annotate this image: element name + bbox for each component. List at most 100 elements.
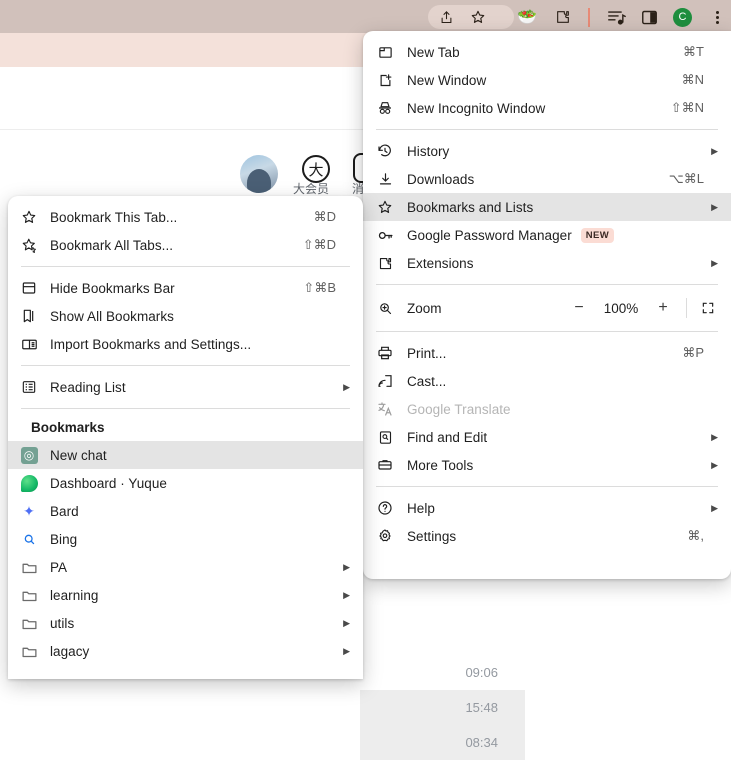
menu-item-label: New Incognito Window: [407, 100, 546, 116]
vip-icon[interactable]: 大: [302, 155, 330, 183]
menu-item-label: New Tab: [407, 44, 460, 60]
list-item[interactable]: 15:48: [360, 690, 525, 725]
menu-item-accel: ⌘T: [683, 44, 704, 59]
bookmark-label: Bing: [50, 531, 78, 547]
menu-item-accel: ⇧⌘D: [302, 237, 336, 252]
menu-item-downloads[interactable]: Downloads ⌥⌘L: [363, 165, 731, 193]
reading-list-icon[interactable]: [604, 6, 628, 28]
menu-item-label: Help: [407, 500, 435, 516]
menu-separator: [376, 284, 718, 285]
menu-item-reading-list[interactable]: Reading List ▶: [8, 373, 363, 401]
chevron-right-icon: ▶: [711, 257, 718, 268]
list-item[interactable]: 08:34: [360, 725, 525, 760]
menu-item-settings[interactable]: Settings ⌘,: [363, 522, 731, 550]
menu-item-history[interactable]: History ▶: [363, 137, 731, 165]
menu-item-label: Google Translate: [407, 401, 511, 417]
profile-avatar[interactable]: C: [673, 8, 692, 27]
bookmark-label: learning: [50, 587, 99, 603]
list-item[interactable]: 09:06: [360, 655, 525, 690]
bookmark-item-new-chat[interactable]: ◎ New chat: [8, 441, 363, 469]
chevron-right-icon: ▶: [343, 381, 350, 392]
menu-item-label: Find and Edit: [407, 429, 488, 445]
zoom-in-button[interactable]: +: [648, 299, 678, 317]
menu-item-label: Bookmark This Tab...: [50, 209, 178, 225]
bookmark-item-dashboard-yuque[interactable]: Dashboard · Yuque: [8, 469, 363, 497]
menu-item-new-tab[interactable]: New Tab ⌘T: [363, 38, 731, 66]
star-icon: [363, 199, 407, 215]
menu-item-print[interactable]: Print... ⌘P: [363, 339, 731, 367]
menu-item-accel: ⌘,: [687, 528, 704, 543]
menu-item-bookmark-this-tab[interactable]: Bookmark This Tab... ⌘D: [8, 203, 363, 231]
chevron-right-icon: ▶: [343, 617, 350, 628]
bookmark-label: utils: [50, 615, 75, 631]
bing-favicon: [8, 531, 50, 548]
menu-item-accel: ⇧⌘B: [303, 280, 336, 295]
menu-item-bookmarks-and-lists[interactable]: Bookmarks and Lists ▶: [363, 193, 731, 221]
chevron-right-icon: ▶: [711, 201, 718, 212]
bookmark-folder-utils[interactable]: utils ▶: [8, 609, 363, 637]
bookmark-folder-learning[interactable]: learning ▶: [8, 581, 363, 609]
bookmark-star-icon[interactable]: [467, 6, 489, 28]
chevron-right-icon: ▶: [711, 431, 718, 442]
menu-item-show-all-bookmarks[interactable]: Show All Bookmarks: [8, 302, 363, 330]
menu-separator: [376, 129, 718, 130]
menu-item-new-window[interactable]: New Window ⌘N: [363, 66, 731, 94]
chevron-right-icon: ▶: [343, 561, 350, 572]
import-icon: [8, 336, 50, 353]
chevron-right-icon: ▶: [343, 589, 350, 600]
bookmark-label: lagacy: [50, 643, 90, 659]
chevron-right-icon: ▶: [343, 645, 350, 656]
fullscreen-icon[interactable]: [698, 301, 718, 315]
extension-puzzle-icon[interactable]: [552, 6, 574, 28]
menu-item-google-translate: Google Translate: [363, 395, 731, 423]
menu-separator: [21, 365, 350, 366]
menu-item-bookmark-all-tabs[interactable]: Bookmark All Tabs... ⇧⌘D: [8, 231, 363, 259]
key-icon: [363, 227, 407, 244]
menu-item-label: New Window: [407, 72, 487, 88]
bookmark-label: New chat: [50, 447, 107, 463]
help-circle-icon: [363, 500, 407, 516]
bookmark-folder-pa[interactable]: PA ▶: [8, 553, 363, 581]
menu-item-hide-bookmarks-bar[interactable]: Hide Bookmarks Bar ⇧⌘B: [8, 274, 363, 302]
bookmark-item-bing[interactable]: Bing: [8, 525, 363, 553]
bookmark-folder-lagacy[interactable]: lagacy ▶: [8, 637, 363, 665]
menu-item-cast[interactable]: Cast...: [363, 367, 731, 395]
menu-item-find-and-edit[interactable]: Find and Edit ▶: [363, 423, 731, 451]
zoom-label: Zoom: [407, 300, 442, 316]
menu-item-google-password-manager[interactable]: Google Password Manager NEW: [363, 221, 731, 249]
bookmarks-section-title: Bookmarks: [31, 420, 105, 435]
bookmarks-submenu[interactable]: Bookmark This Tab... ⌘D Bookmark All Tab…: [8, 196, 363, 679]
folder-icon: [8, 587, 50, 604]
bookmark-manager-icon: [8, 308, 50, 324]
menu-item-help[interactable]: Help ▶: [363, 494, 731, 522]
menu-item-accel: ⌥⌘L: [668, 171, 704, 186]
status-badge: NEW: [580, 227, 615, 243]
menu-item-more-tools[interactable]: More Tools ▶: [363, 451, 731, 479]
menu-item-label: More Tools: [407, 457, 474, 473]
zoom-control-row[interactable]: Zoom − 100% +: [363, 292, 731, 324]
star-icon: [8, 209, 50, 225]
history-icon: [363, 143, 407, 159]
share-icon[interactable]: [435, 6, 457, 28]
kebab-menu-icon[interactable]: [707, 7, 727, 27]
menu-item-label: Bookmarks and Lists: [407, 199, 534, 215]
user-avatar[interactable]: [240, 155, 278, 193]
side-panel-icon[interactable]: [638, 6, 660, 28]
chrome-main-menu[interactable]: New Tab ⌘T New Window ⌘N New Incognito W…: [363, 31, 731, 579]
toolbox-icon: [363, 457, 407, 473]
menu-separator: [376, 486, 718, 487]
menu-item-extensions[interactable]: Extensions ▶: [363, 249, 731, 277]
zoom-out-button[interactable]: −: [564, 299, 594, 317]
bookmarks-bar-icon: [8, 280, 50, 296]
menu-item-import-bookmarks-and-settings[interactable]: Import Bookmarks and Settings...: [8, 330, 363, 358]
find-edit-icon: [363, 430, 407, 445]
menu-item-label: Print...: [407, 345, 447, 361]
bookmark-item-bard[interactable]: ✦ Bard: [8, 497, 363, 525]
translate-icon: [363, 401, 407, 417]
vip-label: 大会员: [293, 182, 330, 196]
menu-item-new-incognito-window[interactable]: New Incognito Window ⇧⌘N: [363, 94, 731, 122]
menu-item-label: Reading List: [50, 379, 126, 395]
folder-icon: [8, 615, 50, 632]
extension-bowl-icon[interactable]: 🥗: [516, 6, 538, 28]
openai-favicon: ◎: [8, 446, 50, 464]
